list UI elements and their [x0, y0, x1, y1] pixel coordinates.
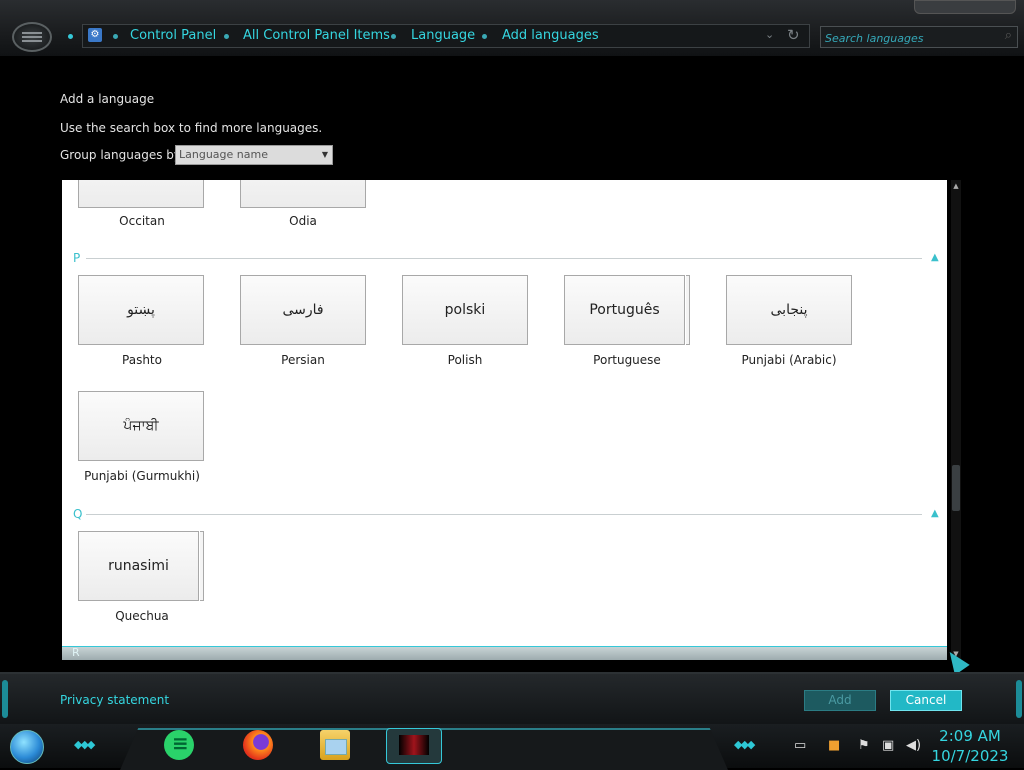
breadcrumb-control-panel[interactable]: Control Panel [130, 28, 216, 43]
volume-icon[interactable]: ◀) [906, 738, 921, 753]
page-title: Add a language [60, 92, 155, 106]
group-divider [86, 514, 922, 515]
language-tile-odia[interactable] [240, 180, 366, 208]
scroll-up-arrow-icon[interactable]: ▲ [951, 180, 961, 192]
instruction-text: Use the search box to find more language… [60, 121, 323, 135]
breadcrumb-language[interactable]: Language [411, 28, 475, 43]
language-tile-portuguese[interactable]: Português [564, 275, 690, 345]
active-window-icon[interactable] [386, 728, 442, 764]
back-button[interactable] [12, 22, 52, 52]
scroll-thumb[interactable] [952, 465, 960, 511]
group-divider [86, 258, 922, 259]
file-explorer-icon[interactable] [320, 730, 350, 760]
language-tile-quechua[interactable]: runasimi [78, 531, 204, 601]
breadcrumb-separator [224, 34, 229, 39]
group-header-p: P [73, 251, 81, 265]
firefox-app-icon[interactable] [243, 730, 273, 760]
breadcrumb-separator [113, 34, 118, 39]
language-name: Portuguese [593, 353, 661, 367]
search-box[interactable]: ⌕ [820, 26, 1018, 48]
language-name: Punjabi (Arabic) [741, 353, 837, 367]
language-tile-polish[interactable]: polski [402, 275, 528, 345]
window-notch [914, 0, 1016, 14]
language-tile-punjabi-arabic[interactable]: پنجابی [726, 275, 852, 345]
chevron-down-icon[interactable]: ⌄ [765, 28, 774, 41]
breadcrumb-add-languages[interactable]: Add languages [502, 28, 599, 43]
control-panel-icon: ⚙ [88, 28, 102, 42]
start-button[interactable] [10, 730, 44, 764]
tray-app-icon[interactable]: ■ [828, 738, 840, 753]
show-hidden-icons-icon[interactable]: ▭ [794, 738, 806, 753]
frame-accent [1016, 680, 1022, 718]
group-by-value: Language name [179, 148, 268, 161]
breadcrumb-separator [391, 34, 396, 39]
taskbar: ◆◆◆ ◆◆◆ ▭ ■ ⚑ ▣ ◀) 2:09 AM 10/7/2023 [0, 724, 1024, 770]
address-bar[interactable]: ⚙ Control Panel All Control Panel Items … [82, 24, 810, 48]
navigation-bar: ⚙ Control Panel All Control Panel Items … [0, 0, 1024, 56]
language-name: Odia [289, 214, 317, 228]
language-name: Persian [281, 353, 325, 367]
search-icon[interactable]: ⌕ [1005, 28, 1012, 43]
collapse-icon[interactable]: ▲ [931, 508, 939, 519]
cancel-button[interactable]: Cancel [890, 690, 962, 711]
spotify-app-icon[interactable] [164, 730, 194, 760]
breadcrumb-all-items[interactable]: All Control Panel Items [243, 28, 390, 43]
collapse-icon[interactable]: ▲ [931, 252, 939, 263]
group-header-r: R [62, 646, 947, 660]
group-header-q: Q [73, 507, 83, 521]
group-by-label: Group languages by: [60, 148, 185, 162]
language-name: Polish [447, 353, 483, 367]
vertical-scrollbar[interactable]: ▲ ▼ [951, 180, 961, 660]
refresh-icon[interactable]: ↻ [787, 26, 800, 44]
privacy-statement-link[interactable]: Privacy statement [60, 693, 169, 707]
chevron-down-icon: ▼ [321, 150, 328, 159]
clock-time[interactable]: 2:09 AM [930, 727, 1010, 745]
decorative-chevrons-icon: ◆◆◆ [74, 738, 95, 751]
language-tile-punjabi-gurmukhi[interactable]: ਪੰਜਾਬੀ [78, 391, 204, 461]
language-name: Pashto [122, 353, 162, 367]
breadcrumb-separator [482, 34, 487, 39]
language-name: Occitan [119, 214, 165, 228]
frame-accent [2, 680, 8, 718]
add-button[interactable]: Add [804, 690, 876, 711]
clock-date[interactable]: 10/7/2023 [930, 747, 1010, 765]
search-input[interactable] [823, 28, 997, 48]
language-name: Punjabi (Gurmukhi) [84, 469, 200, 483]
language-list: Occitan Odia P ▲ پښتو Pashto فارسی Persi… [62, 180, 947, 660]
language-tile-pashto[interactable]: پښتو [78, 275, 204, 345]
nav-dot [68, 34, 73, 39]
network-icon[interactable]: ▣ [882, 738, 894, 753]
group-by-dropdown[interactable]: Language name ▼ [175, 145, 333, 165]
language-tile-persian[interactable]: فارسی [240, 275, 366, 345]
flag-icon[interactable]: ⚑ [858, 738, 870, 753]
language-name: Quechua [115, 609, 169, 623]
language-tile-occitan[interactable] [78, 180, 204, 208]
decorative-chevrons-icon: ◆◆◆ [734, 738, 755, 751]
dialog-footer: Privacy statement Add Cancel [0, 672, 1024, 726]
